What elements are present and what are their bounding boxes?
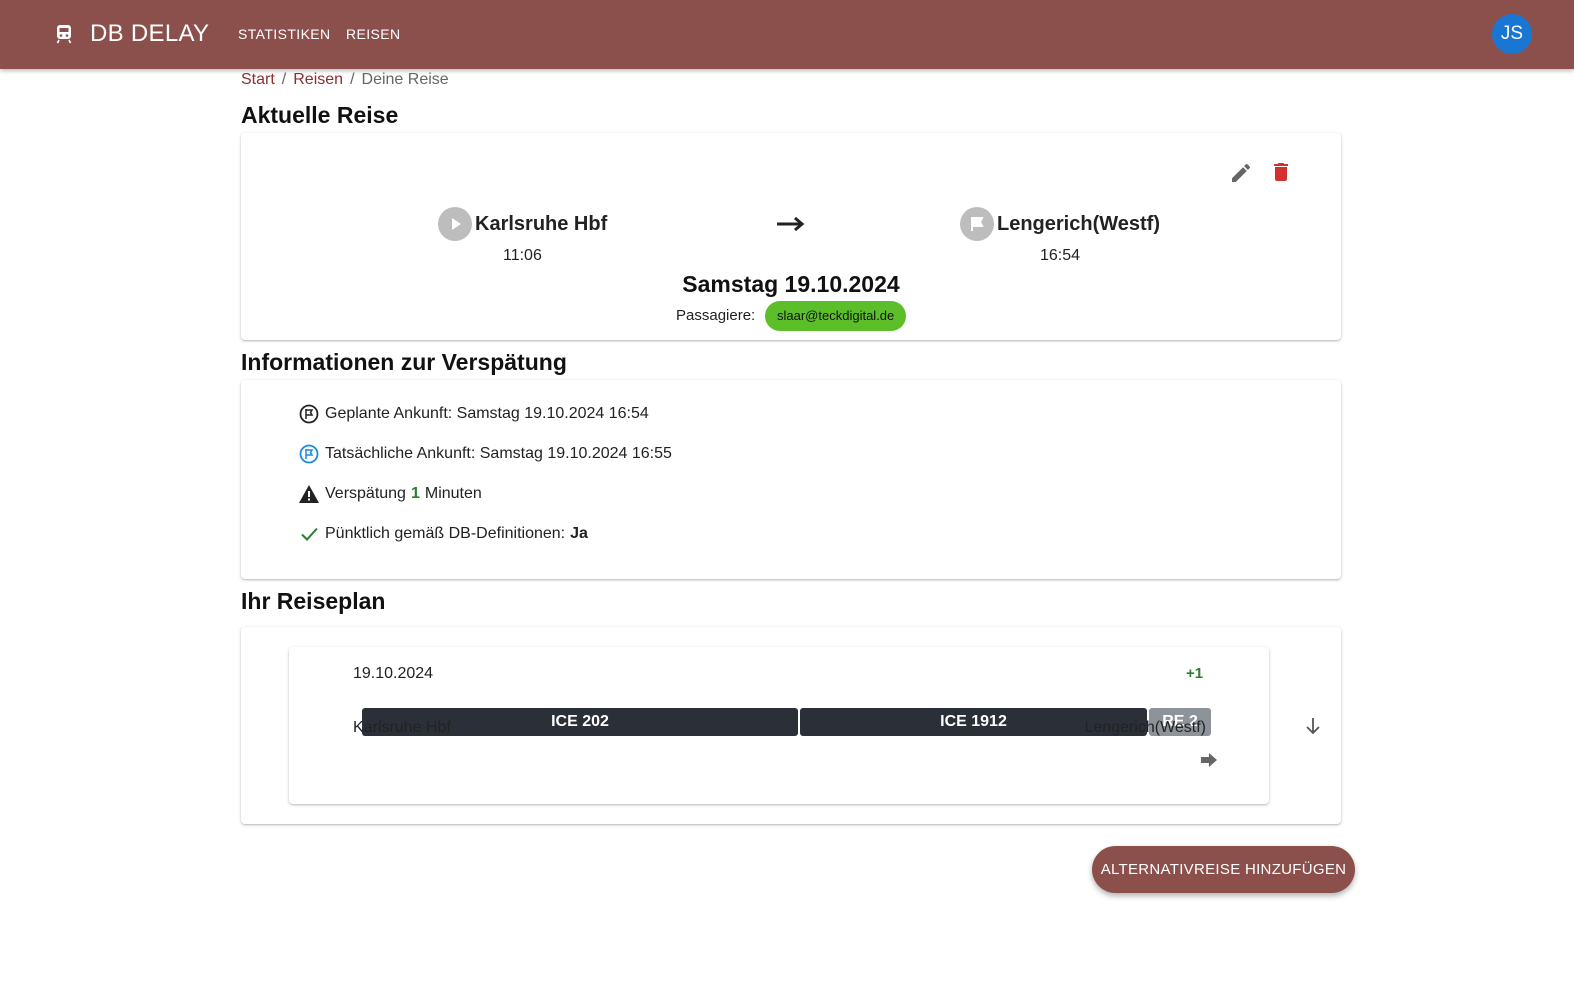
arrival-time: 16:54 (1040, 247, 1081, 264)
breadcrumb-separator: / (350, 71, 355, 88)
plan-card: 19.10.2024 +1 ICE 202 ICE 1912 RE 2 Karlsr… (241, 627, 1341, 824)
departure-time: 11:06 (503, 247, 542, 264)
breadcrumb-start[interactable]: Start (241, 71, 275, 88)
journey-delay: +1 (1186, 665, 1204, 682)
departure-station: Karlsruhe Hbf (438, 207, 607, 241)
play-circle-icon (438, 207, 472, 241)
journey-to: Lengerich(Westf) (1084, 719, 1206, 736)
arrival-station: Lengerich(Westf) (960, 207, 1160, 241)
arrival-station-name: Lengerich(Westf) (997, 212, 1160, 235)
app-title[interactable]: DB DELAY (90, 20, 209, 48)
arrow-down-icon[interactable] (1303, 716, 1323, 736)
nav-statistiken[interactable]: STATISTIKEN (238, 26, 331, 42)
add-alternative-trip-button[interactable]: ALTERNATIVREISE HINZUFÜGEN (1092, 846, 1355, 893)
punctual-value: Ja (570, 525, 588, 542)
passengers-label: Passagiere: (676, 307, 756, 324)
app-bar: DB DELAY STATISTIKEN REISEN JS (0, 0, 1574, 69)
delay-minutes: 1 (410, 485, 420, 502)
delay-info-card: Geplante Ankunft: Samstag 19.10.2024 16:… (241, 380, 1341, 579)
train-icon (56, 25, 72, 44)
delay-prefix: Verspätung (325, 485, 406, 502)
actual-flag-icon (298, 443, 320, 465)
warning-icon (298, 483, 320, 505)
arrow-right-icon (777, 216, 805, 232)
edit-icon[interactable] (1229, 161, 1253, 185)
avatar[interactable]: JS (1492, 14, 1532, 54)
planned-arrival-text: Geplante Ankunft: Samstag 19.10.2024 16:… (325, 405, 649, 422)
check-icon (298, 523, 320, 545)
journey-date: 19.10.2024 (353, 665, 434, 682)
delay-suffix: Minuten (424, 485, 482, 502)
delete-icon[interactable] (1269, 160, 1293, 184)
actual-arrival-row: Tatsächliche Ankunft: Samstag 19.10.2024… (298, 443, 672, 465)
journey-card[interactable]: 19.10.2024 +1 ICE 202 ICE 1912 RE 2 Karlsr… (289, 647, 1269, 804)
punctual-row: Pünktlich gemäß DB-Definitionen: Ja (298, 523, 588, 545)
breadcrumb-current: Deine Reise (361, 71, 449, 88)
passenger-chip[interactable]: slaar@teckdigital.de (765, 301, 907, 331)
planned-arrival-row: Geplante Ankunft: Samstag 19.10.2024 16:… (298, 403, 649, 425)
planned-flag-icon (298, 403, 320, 425)
delay-row: Verspätung 1 Minuten (298, 483, 482, 505)
delay-info-heading: Informationen zur Verspätung (241, 349, 567, 375)
current-trip-heading: Aktuelle Reise (241, 102, 399, 128)
departure-station-name: Karlsruhe Hbf (475, 212, 608, 235)
nav-reisen[interactable]: REISEN (346, 26, 401, 42)
arrow-forward-icon[interactable] (1200, 752, 1218, 768)
trip-date: Samstag 19.10.2024 (682, 271, 900, 297)
actual-arrival-text: Tatsächliche Ankunft: Samstag 19.10.2024… (325, 445, 672, 462)
flag-circle-icon (960, 207, 994, 241)
plan-heading: Ihr Reiseplan (241, 588, 386, 614)
journey-from: Karlsruhe Hbf (353, 719, 451, 736)
breadcrumb-separator: / (281, 71, 287, 88)
breadcrumb-reisen[interactable]: Reisen (293, 71, 343, 88)
punctual-label: Pünktlich gemäß DB-Definitionen: (325, 525, 566, 542)
breadcrumb: Start / Reisen / Deine Reise (241, 71, 449, 89)
current-trip-card: Karlsruhe Hbf 11:06 Lengerich(Westf) 16:… (241, 133, 1341, 340)
